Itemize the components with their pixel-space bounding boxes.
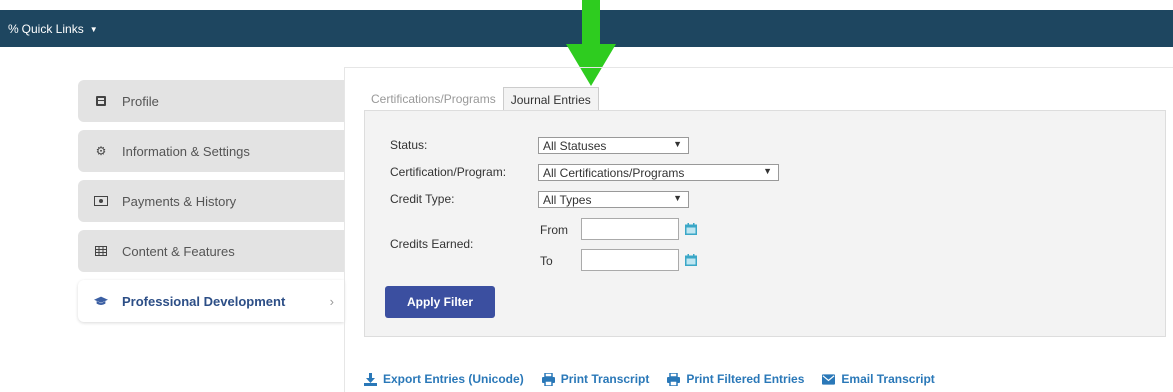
caret-down-icon: ▼ — [89, 24, 98, 34]
to-date-input[interactable] — [581, 249, 679, 271]
sidebar-item-label: Information & Settings — [122, 143, 250, 159]
certification-program-select-value: All Certifications/Programs — [543, 165, 685, 180]
tab-bar: Certifications/Programs Journal Entries — [364, 87, 599, 111]
certification-program-label: Certification/Program: — [390, 165, 507, 179]
print-filtered-entries-link[interactable]: Print Filtered Entries — [667, 372, 804, 386]
status-select-value: All Statuses — [543, 138, 607, 153]
link-icon: % — [8, 22, 19, 36]
calendar-icon[interactable] — [685, 254, 697, 266]
money-icon — [94, 194, 108, 208]
credit-type-label: Credit Type: — [390, 192, 455, 206]
print-icon — [541, 372, 555, 386]
export-entries-label: Export Entries (Unicode) — [383, 372, 524, 386]
sidebar-item-profile[interactable]: Profile — [78, 80, 344, 122]
dropdown-arrow-icon: ▼ — [763, 166, 772, 176]
print-transcript-link[interactable]: Print Transcript — [541, 372, 650, 386]
sidebar-item-label: Professional Development — [122, 293, 286, 309]
print-filtered-entries-label: Print Filtered Entries — [686, 372, 805, 386]
envelope-icon — [822, 373, 836, 385]
download-icon — [364, 372, 377, 386]
print-icon — [667, 372, 681, 386]
sidebar-item-professional-development[interactable]: Professional Development › — [78, 280, 344, 322]
sidebar-item-content-features[interactable]: Content & Features — [78, 230, 344, 272]
sidebar-item-label: Content & Features — [122, 243, 235, 259]
chevron-right-icon: › — [329, 293, 334, 309]
sidebar: Profile ⚙ Information & Settings Payment… — [78, 80, 344, 330]
email-transcript-label: Email Transcript — [841, 372, 935, 386]
status-select[interactable]: All Statuses ▼ — [538, 137, 689, 154]
tab-journal-entries[interactable]: Journal Entries — [502, 87, 599, 111]
from-label: From — [540, 223, 568, 237]
gears-icon: ⚙ — [95, 144, 107, 158]
credit-type-select[interactable]: All Types ▼ — [538, 191, 689, 208]
certification-program-select[interactable]: All Certifications/Programs ▼ — [538, 164, 779, 181]
id-card-icon — [94, 94, 108, 108]
sidebar-item-information-settings[interactable]: ⚙ Information & Settings — [78, 130, 344, 172]
credits-earned-label: Credits Earned: — [390, 237, 474, 251]
email-transcript-link[interactable]: Email Transcript — [822, 372, 935, 386]
graduation-cap-icon — [94, 294, 108, 308]
apply-filter-button[interactable]: Apply Filter — [385, 286, 495, 318]
tab-certifications-programs[interactable]: Certifications/Programs — [364, 87, 503, 110]
credit-type-select-value: All Types — [543, 192, 592, 207]
quick-links-label: Quick Links — [21, 22, 84, 36]
table-icon — [94, 244, 108, 258]
transcript-actions: Export Entries (Unicode) Print Transcrip… — [364, 372, 953, 386]
export-entries-link[interactable]: Export Entries (Unicode) — [364, 372, 524, 386]
to-label: To — [540, 254, 553, 268]
dropdown-arrow-icon: ▼ — [673, 193, 682, 203]
quick-links-menu[interactable]: % Quick Links ▼ — [8, 22, 98, 36]
sidebar-item-label: Payments & History — [122, 193, 237, 209]
sidebar-item-label: Profile — [122, 93, 159, 109]
print-transcript-label: Print Transcript — [560, 372, 650, 386]
status-label: Status: — [390, 138, 428, 152]
dropdown-arrow-icon: ▼ — [673, 139, 682, 149]
sidebar-item-payments-history[interactable]: Payments & History — [78, 180, 344, 222]
from-date-input[interactable] — [581, 218, 679, 240]
calendar-icon[interactable] — [685, 223, 697, 235]
